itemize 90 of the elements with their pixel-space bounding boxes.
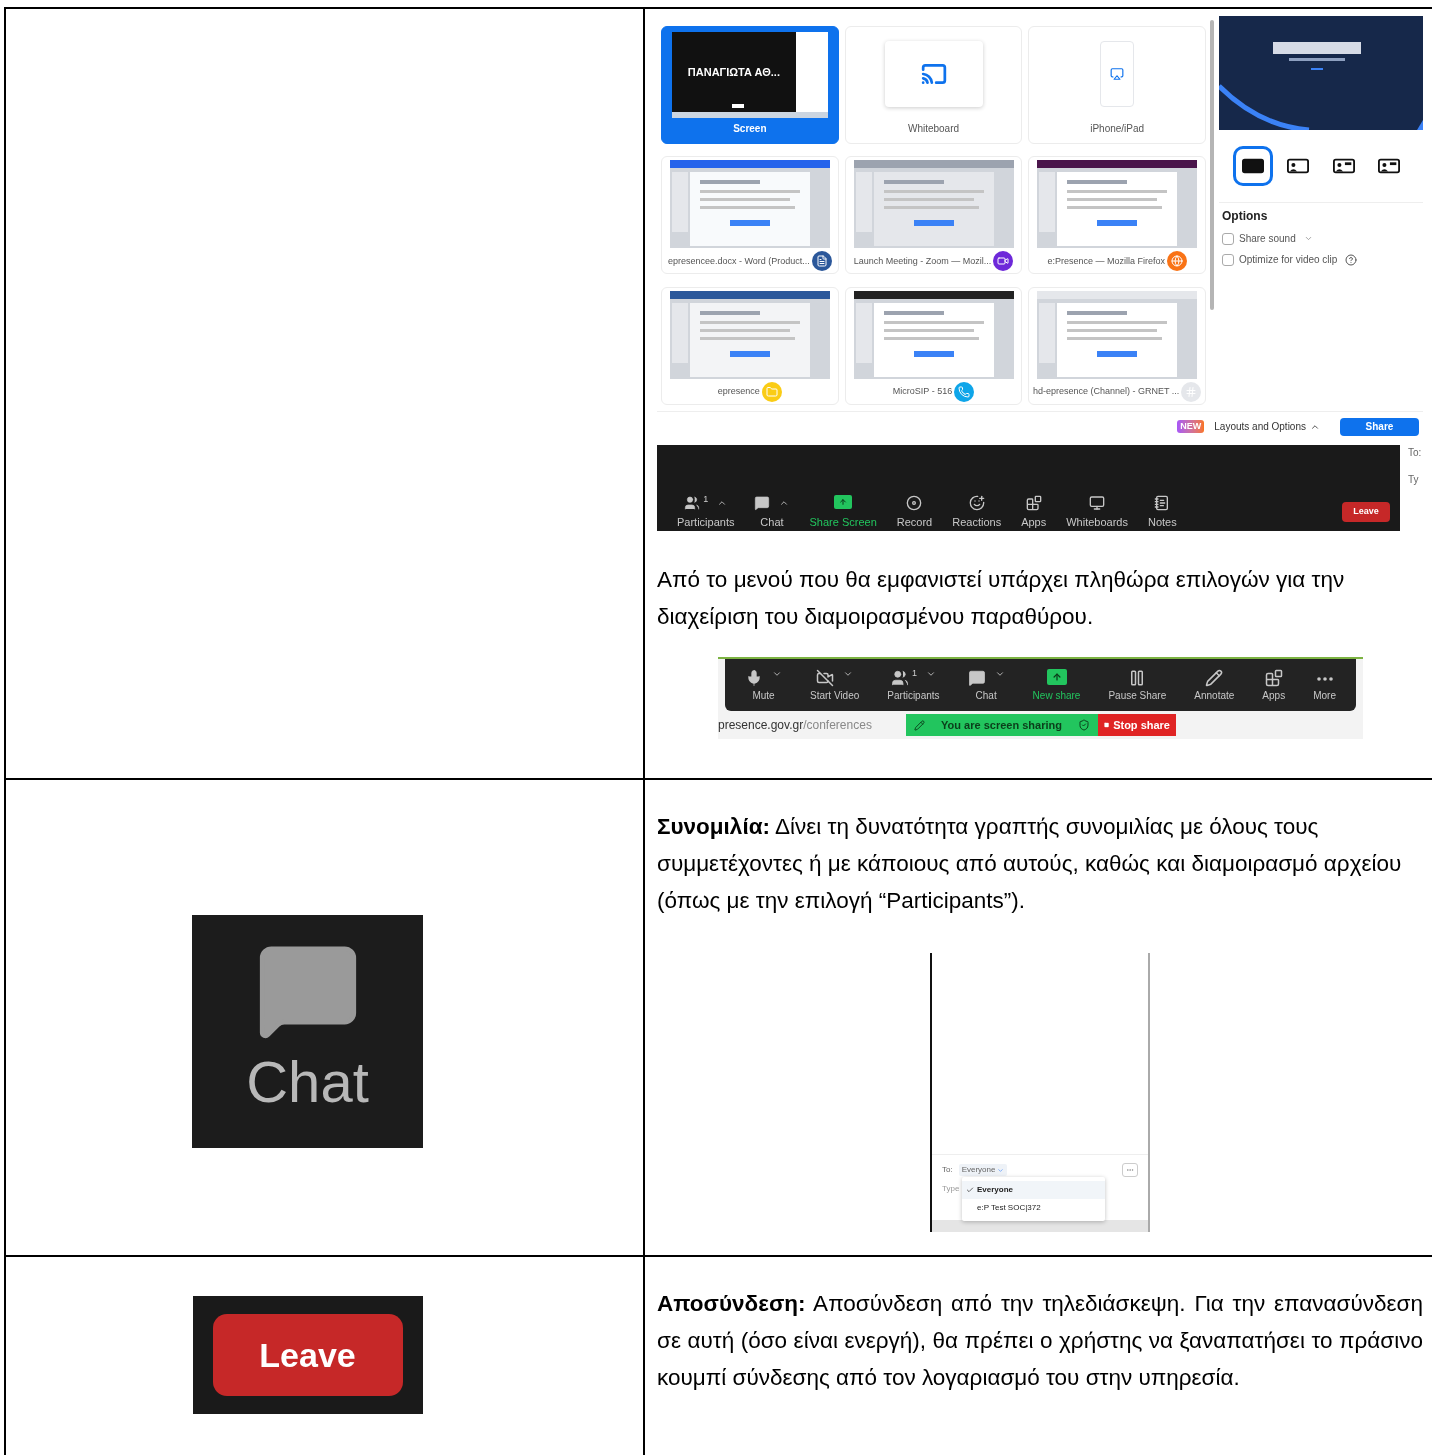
share-source-tile[interactable]: Whiteboard bbox=[844, 26, 1023, 144]
whiteboard-icon bbox=[920, 61, 947, 87]
share-source-tile[interactable]: epresencee.docx - Word (Product... bbox=[661, 156, 839, 275]
toolbar-button[interactable]: Apps bbox=[1011, 495, 1057, 528]
share-source-tile[interactable]: e:Presence — Mozilla Firefox bbox=[1028, 156, 1206, 275]
toolbar-button[interactable]: Mute bbox=[737, 669, 790, 701]
share-source-tile[interactable]: epresence bbox=[661, 286, 839, 405]
caret-icon bbox=[925, 669, 936, 679]
share-source-tile[interactable]: Launch Meeting - Zoom — Mozil... bbox=[844, 156, 1023, 275]
shield-icon bbox=[1078, 719, 1090, 731]
share-button[interactable]: Share bbox=[1340, 417, 1419, 436]
to-label: To: bbox=[942, 1164, 953, 1176]
toolbar-button[interactable]: Notes bbox=[1138, 495, 1187, 528]
share-source-tile[interactable]: iPhone/iPad bbox=[1028, 26, 1206, 144]
toolbar-button[interactable]: 1 Participants bbox=[667, 495, 745, 528]
share-source-tile[interactable]: MicroSIP - 516 bbox=[844, 286, 1023, 405]
hash-icon bbox=[1181, 381, 1202, 402]
option-label: Optimize for video clip bbox=[1239, 252, 1358, 267]
crossed-camera-icon bbox=[816, 669, 835, 687]
smiley-icon bbox=[968, 495, 985, 511]
checkbox[interactable] bbox=[1222, 232, 1234, 245]
toolbar-button[interactable]: Chat bbox=[959, 669, 1013, 701]
notebook-icon bbox=[1154, 495, 1171, 511]
speech-bubble-icon bbox=[967, 669, 986, 687]
toolbar-button[interactable]: Share Screen bbox=[799, 495, 887, 528]
toolbar-button[interactable]: Whiteboards bbox=[1056, 495, 1138, 528]
chat-text-fragment: To: bbox=[1408, 446, 1422, 460]
folder-icon bbox=[761, 381, 782, 402]
caret-icon bbox=[1303, 234, 1313, 243]
toolbar-button[interactable]: Record bbox=[886, 495, 943, 528]
toolbar-button[interactable]: Start Video bbox=[802, 669, 868, 701]
description-paragraph: Συνομιλία: Δίνει τη δυνατότητα γραπτής συνομιλίας με όλους τους συμμετέχοντες ή με κάποιους από αυτούς, καθώς και διαμοιρασμό αρχείου (όπως με την επιλογή “Participants”). bbox=[657, 813, 1403, 915]
toolbar-button[interactable]: 1 Participants bbox=[879, 669, 948, 701]
address-text: presence.gov.gr/conferences bbox=[718, 717, 873, 734]
record-icon bbox=[906, 495, 923, 511]
toolbar-button[interactable]: Chat bbox=[744, 495, 800, 528]
chat-label: Chat bbox=[246, 1053, 369, 1111]
option-label: Share sound bbox=[1239, 231, 1313, 246]
people-icon bbox=[684, 495, 701, 511]
layout-icon bbox=[1332, 158, 1355, 174]
toolbar-button[interactable]: Apps bbox=[1254, 669, 1294, 701]
layouts-options-link[interactable]: Layouts and Options bbox=[1214, 419, 1320, 434]
help-icon bbox=[1345, 253, 1358, 266]
chat-text-fragment: Ty bbox=[1408, 473, 1419, 487]
microphone-icon bbox=[745, 669, 763, 687]
message-hint: Type bbox=[942, 1183, 960, 1195]
caret-icon bbox=[779, 498, 790, 508]
checkbox[interactable] bbox=[1222, 253, 1234, 266]
toolbar-button[interactable]: Annotate bbox=[1186, 669, 1243, 701]
thumbnail-caption: ΠΑΝΑΓΙΩΤΑ ΑΘ... bbox=[687, 65, 780, 80]
leave-button[interactable]: Leave bbox=[1342, 502, 1390, 522]
airplay-icon bbox=[1110, 67, 1125, 81]
apps-icon bbox=[1025, 495, 1042, 511]
caret-icon bbox=[994, 669, 1005, 679]
more-icon bbox=[1316, 677, 1333, 681]
recipient-option[interactable]: e:P Test SOC|372 bbox=[962, 1199, 1105, 1217]
globe-icon bbox=[1166, 251, 1187, 272]
description-paragraph: Από το μενού που θα εμφανιστεί υπάρχει πληθώρα επιλογών για την διαχείριση του διαμοιρασμένου παραθύρου. bbox=[657, 566, 1346, 631]
caret-icon bbox=[717, 498, 728, 508]
caret-icon bbox=[843, 669, 854, 679]
apps-icon bbox=[1264, 669, 1283, 687]
layout-icon bbox=[1378, 158, 1400, 174]
document-icon bbox=[811, 251, 832, 272]
layout-icon bbox=[1242, 158, 1264, 174]
pencil-icon bbox=[1205, 669, 1224, 687]
toolbar-button[interactable]: Reactions bbox=[942, 495, 1012, 528]
layout-icon bbox=[1287, 158, 1310, 174]
camera-icon bbox=[993, 251, 1014, 272]
new-badge: NEW bbox=[1177, 419, 1205, 434]
share-source-tile[interactable]: hd-epresence (Channel) - GRNET ... bbox=[1028, 286, 1206, 405]
recipient-dropdown[interactable]: Everyone bbox=[958, 1164, 1008, 1176]
caret-icon bbox=[772, 669, 782, 679]
check-icon bbox=[966, 1186, 974, 1194]
people-icon bbox=[890, 669, 909, 687]
options-heading: Options bbox=[1222, 208, 1269, 225]
phone-icon bbox=[954, 381, 975, 402]
sharing-banner: You are screen sharing bbox=[906, 714, 1098, 736]
toolbar-button[interactable]: Pause Share bbox=[1100, 669, 1175, 701]
toolbar-button[interactable]: New share bbox=[1024, 669, 1089, 701]
toolbar-button[interactable]: More bbox=[1305, 669, 1344, 701]
caret-icon bbox=[997, 1166, 1005, 1174]
monitor-icon bbox=[1089, 495, 1106, 511]
stop-icon bbox=[1104, 721, 1110, 729]
stop-share-button[interactable]: Stop share bbox=[1098, 714, 1176, 736]
share-source-tile[interactable]: ΠΑΝΑΓΙΩΤΑ ΑΘ... Screen bbox=[661, 26, 839, 144]
description-paragraph: Αποσύνδεση: Αποσύνδεση από την τηλεδιάσκεψη. Για την επανασύνδεση σε αυτή (όσο είναι ενεργή), θα πρέπει ο χρήστης να ξαναπατήσει το πράσινο κουμπί σύνδεσης από τον λογαριασμό του στην υπηρεσία. bbox=[657, 1290, 1423, 1392]
more-icon bbox=[1126, 1166, 1134, 1174]
layout-option[interactable] bbox=[1233, 146, 1273, 186]
recipient-option[interactable]: Everyone bbox=[962, 1181, 1105, 1199]
speech-bubble-icon bbox=[754, 495, 771, 511]
